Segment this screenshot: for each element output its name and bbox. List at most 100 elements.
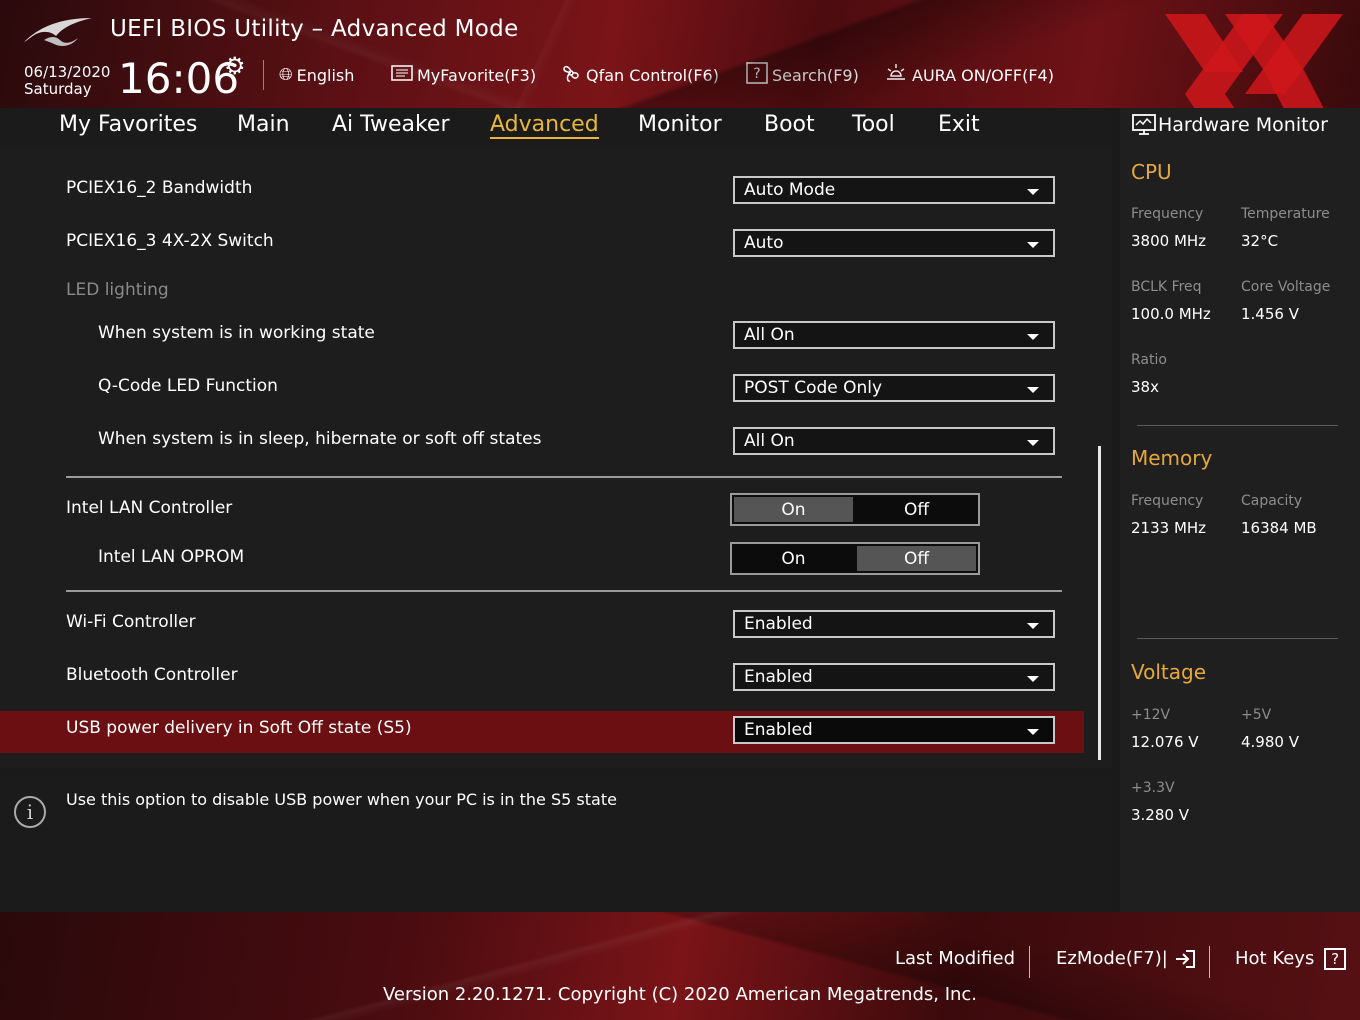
cpu-frequency-label: Frequency (1131, 206, 1204, 222)
v12-value: 12.076 V (1131, 733, 1199, 751)
header-separator (263, 60, 264, 90)
chevron-down-icon (1027, 440, 1039, 446)
footer-bar: Last Modified EzMode(F7)| Hot Keys ? Ver… (0, 912, 1360, 1020)
aura-button[interactable]: AURA ON/OFF(F4) (884, 62, 1054, 89)
section-divider (66, 476, 1062, 478)
intel-lan-controller-label: Intel LAN Controller (66, 498, 233, 518)
tab-tool[interactable]: Tool (852, 112, 895, 137)
search-button[interactable]: ? Search(F9) (746, 61, 859, 89)
monitor-icon (1132, 114, 1156, 135)
v33-label: +3.3V (1131, 780, 1175, 796)
led-working-dropdown[interactable]: All On (733, 321, 1055, 349)
cpu-temperature-label: Temperature (1241, 206, 1330, 222)
pciex16-2-dropdown[interactable]: Auto Mode (733, 176, 1055, 204)
qfan-label: Qfan Control(F6) (586, 65, 719, 85)
info-icon: i (14, 796, 46, 828)
chevron-down-icon (1027, 242, 1039, 248)
bclk-value: 100.0 MHz (1131, 305, 1211, 323)
bclk-label: BCLK Freq (1131, 279, 1202, 295)
led-working-value: All On (744, 325, 795, 345)
pciex16-2-value: Auto Mode (744, 180, 836, 200)
version-text: Version 2.20.1271. Copyright (C) 2020 Am… (382, 984, 978, 1005)
hw-divider (1137, 638, 1338, 639)
led-lighting-heading: LED lighting (66, 280, 169, 300)
memory-capacity-label: Capacity (1241, 493, 1303, 509)
ratio-value: 38x (1131, 378, 1159, 396)
core-voltage-value: 1.456 V (1241, 305, 1299, 323)
myfavorite-button[interactable]: MyFavorite(F3) (391, 64, 536, 86)
voltage-heading: Voltage (1131, 660, 1207, 684)
tab-my-favorites[interactable]: My Favorites (59, 112, 197, 137)
pciex16-3-dropdown[interactable]: Auto (733, 229, 1055, 257)
pciex16-3-value: Auto (744, 233, 784, 253)
led-sleep-dropdown[interactable]: All On (733, 427, 1055, 455)
fan-icon (560, 62, 582, 89)
bluetooth-controller-dropdown[interactable]: Enabled (733, 663, 1055, 691)
tab-monitor[interactable]: Monitor (638, 112, 722, 137)
clock-settings-gear-icon[interactable]: ⚙ (224, 52, 246, 80)
ratio-label: Ratio (1131, 352, 1167, 368)
info-panel: i Use this option to disable USB power w… (0, 776, 1112, 911)
aura-label: AURA ON/OFF(F4) (912, 65, 1054, 85)
tab-advanced[interactable]: Advanced (490, 112, 599, 139)
memory-frequency-value: 2133 MHz (1131, 519, 1207, 537)
hot-keys-button[interactable]: Hot Keys ? (1235, 948, 1347, 970)
v5-label: +5V (1241, 707, 1272, 723)
toggle-off-option[interactable]: Off (857, 497, 976, 522)
qfan-control-button[interactable]: Qfan Control(F6) (560, 64, 719, 86)
intel-lan-oprom-toggle[interactable]: On Off (730, 542, 980, 575)
chevron-down-icon (1027, 387, 1039, 393)
rog-logo-icon (24, 18, 92, 46)
wifi-controller-label: Wi-Fi Controller (66, 612, 196, 632)
intel-lan-controller-toggle[interactable]: On Off (730, 493, 980, 526)
intel-lan-oprom-label: Intel LAN OPROM (98, 547, 245, 567)
wifi-controller-dropdown[interactable]: Enabled (733, 610, 1055, 638)
footer-separator (1209, 946, 1210, 978)
info-text: Use this option to disable USB power whe… (66, 790, 617, 809)
favorite-icon (391, 64, 413, 87)
pciex16-3-label: PCIEX16_3 4X-2X Switch (66, 231, 274, 251)
chevron-down-icon (1027, 729, 1039, 735)
search-icon: ? (746, 61, 768, 89)
core-voltage-label: Core Voltage (1241, 279, 1331, 295)
section-divider (66, 590, 1062, 592)
language-button[interactable]: 🌐︎ English (279, 64, 354, 86)
chevron-down-icon (1027, 676, 1039, 682)
cpu-frequency-value: 3800 MHz (1131, 232, 1207, 250)
main-menu-bar: My Favorites Main Ai Tweaker Advanced Mo… (0, 108, 1112, 148)
qcode-led-label: Q-Code LED Function (98, 376, 278, 396)
tab-main[interactable]: Main (237, 112, 290, 137)
wifi-controller-value: Enabled (744, 614, 813, 634)
exit-arrow-icon (1175, 950, 1195, 968)
footer-separator (1029, 946, 1030, 978)
toggle-on-option[interactable]: On (734, 546, 853, 571)
tab-exit[interactable]: Exit (938, 112, 980, 137)
tab-boot[interactable]: Boot (764, 112, 815, 137)
settings-panel: PCIEX16_2 Bandwidth Auto Mode PCIEX16_3 … (0, 148, 1112, 768)
app-title: UEFI BIOS Utility – Advanced Mode (110, 16, 519, 42)
ezmode-button[interactable]: EzMode(F7)| (1056, 948, 1196, 969)
led-sleep-label: When system is in sleep, hibernate or so… (98, 429, 542, 449)
settings-scrollbar[interactable] (1098, 446, 1101, 760)
language-label: English (296, 65, 355, 85)
usb-s5-dropdown[interactable]: Enabled (733, 716, 1055, 744)
v33-value: 3.280 V (1131, 806, 1189, 824)
memory-capacity-value: 16384 MB (1241, 519, 1317, 537)
led-working-label: When system is in working state (98, 323, 375, 343)
toggle-on-option[interactable]: On (734, 497, 853, 522)
myfavorite-label: MyFavorite(F3) (417, 65, 537, 85)
aura-icon (884, 62, 908, 89)
tab-ai-tweaker[interactable]: Ai Tweaker (332, 112, 450, 137)
ezmode-label: EzMode(F7)| (1056, 948, 1168, 969)
memory-frequency-label: Frequency (1131, 493, 1204, 509)
date-display: 06/13/2020 Saturday (24, 64, 110, 98)
day-text: Saturday (24, 80, 92, 98)
date-text: 06/13/2020 (24, 63, 111, 81)
help-icon: ? (1324, 948, 1347, 970)
bluetooth-controller-value: Enabled (744, 667, 813, 687)
hw-divider (1137, 425, 1338, 426)
chevron-down-icon (1027, 334, 1039, 340)
qcode-led-dropdown[interactable]: POST Code Only (733, 374, 1055, 402)
last-modified-button[interactable]: Last Modified (895, 948, 1015, 969)
toggle-off-option[interactable]: Off (857, 546, 976, 571)
